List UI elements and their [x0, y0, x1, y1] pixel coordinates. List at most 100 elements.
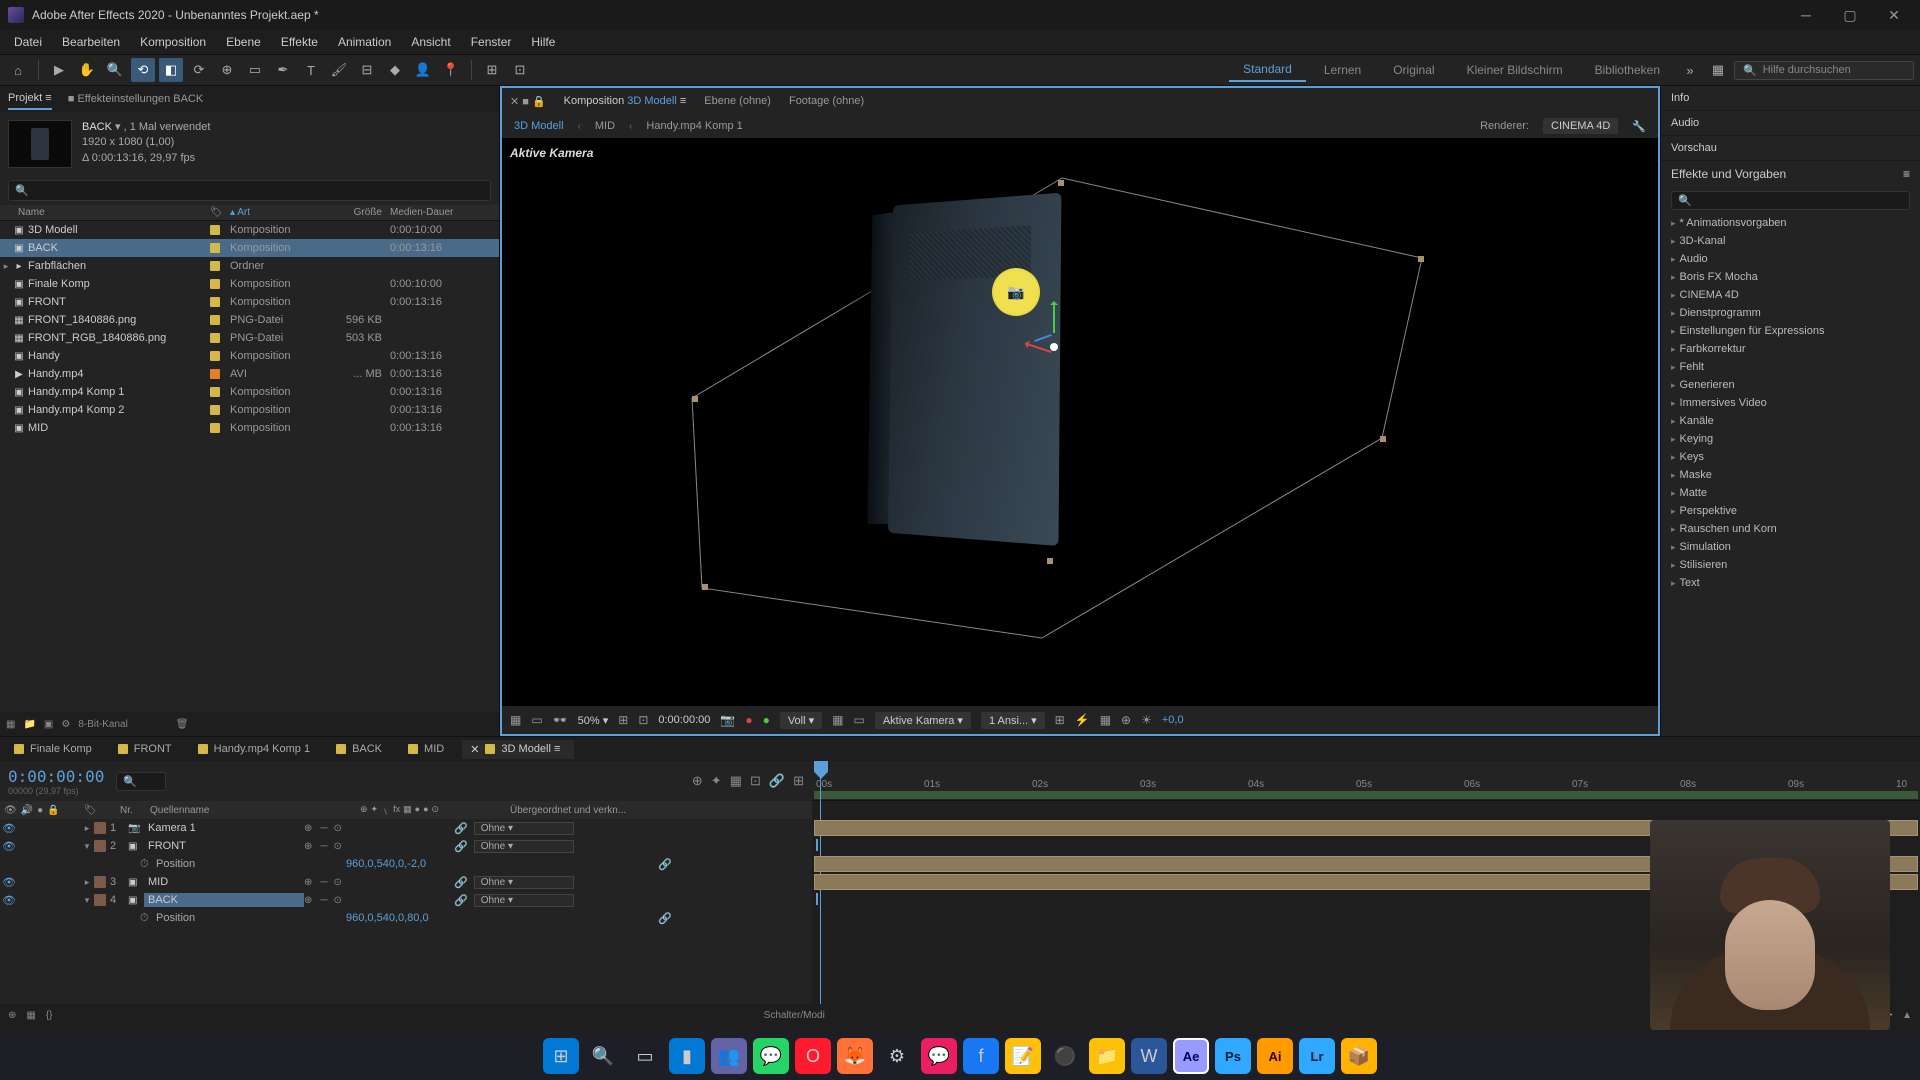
tl-footer-btn-1[interactable]: ⊕ — [8, 1010, 16, 1021]
close-button[interactable]: ✕ — [1876, 3, 1912, 27]
settings-icon[interactable]: ⚙ — [61, 719, 70, 730]
timeline-search[interactable]: 🔍 — [116, 772, 166, 791]
transparency-grid[interactable]: ▦ — [832, 713, 843, 727]
renderer-settings-icon[interactable]: 🔧 — [1632, 120, 1646, 133]
shape-tool[interactable]: ▭ — [243, 58, 267, 82]
tl-footer-btn-2[interactable]: ▦ — [26, 1010, 35, 1021]
effect-category[interactable]: ▸Stilisieren — [1661, 556, 1920, 574]
selection-tool[interactable]: ▶ — [47, 58, 71, 82]
taskbar-notes[interactable]: 📝 — [1005, 1038, 1041, 1074]
zoom-level[interactable]: 50% ▾ — [578, 714, 609, 727]
effect-category[interactable]: ▸Simulation — [1661, 538, 1920, 556]
menu-bearbeiten[interactable]: Bearbeiten — [52, 31, 130, 53]
roi-toggle[interactable]: ⊡ — [638, 713, 648, 727]
workspace-more[interactable]: » — [1678, 58, 1702, 82]
timeline-tab[interactable]: FRONT — [110, 740, 186, 758]
project-item[interactable]: ▶Handy.mp4AVI... MB0:00:13:16 — [0, 365, 499, 383]
rotate-tool[interactable]: ⟳ — [187, 58, 211, 82]
brush-tool[interactable]: 🖌 — [327, 58, 351, 82]
property-row[interactable]: ⏱Position960,0,540,0,80,0🔗 — [0, 909, 812, 927]
workspace-standard[interactable]: Standard — [1229, 58, 1306, 82]
channel-red[interactable]: ● — [745, 713, 752, 727]
project-item[interactable]: ▣MIDKomposition0:00:13:16 — [0, 419, 499, 437]
layer-track[interactable] — [812, 801, 1920, 819]
effect-category[interactable]: ▸* Animationsvorgaben — [1661, 214, 1920, 232]
workspace-lernen[interactable]: Lernen — [1310, 59, 1375, 81]
work-area-bar[interactable] — [814, 791, 1918, 799]
menu-fenster[interactable]: Fenster — [461, 31, 522, 53]
orbit-tool[interactable]: ⟲ — [131, 58, 155, 82]
tl-btn-2[interactable]: ✦ — [711, 773, 722, 789]
tl-btn-5[interactable]: 🔗 — [769, 773, 785, 789]
zoom-in-icon[interactable]: ▲ — [1902, 1010, 1912, 1021]
trash-icon[interactable]: 🗑 — [176, 719, 189, 730]
layer-row[interactable]: 👁▸1📷Kamera 1⊕─⊙🔗Ohne ▾ — [0, 819, 812, 837]
effect-category[interactable]: ▸CINEMA 4D — [1661, 286, 1920, 304]
res-toggle[interactable]: ⊞ — [618, 713, 628, 727]
maximize-button[interactable]: ▢ — [1832, 3, 1868, 27]
effect-category[interactable]: ▸Boris FX Mocha — [1661, 268, 1920, 286]
taskbar-app[interactable]: ▮ — [669, 1038, 705, 1074]
tab-composition[interactable]: Komposition 3D Modell ≡ — [564, 95, 687, 107]
comp-flow-icon[interactable]: ⊕ — [1121, 713, 1131, 727]
mask-toggle[interactable]: ▭ — [531, 713, 542, 727]
timeline-tab[interactable]: ✕ 3D Modell ≡ — [462, 740, 574, 759]
effects-search[interactable]: 🔍 — [1671, 191, 1910, 210]
new-folder-icon[interactable]: 📁 — [23, 719, 35, 730]
breadcrumb-2[interactable]: Handy.mp4 Komp 1 — [646, 120, 742, 132]
project-item[interactable]: ▣Handy.mp4 Komp 1Komposition0:00:13:16 — [0, 383, 499, 401]
panel-info[interactable]: Info — [1661, 86, 1920, 111]
tl-btn-1[interactable]: ⊕ — [692, 773, 703, 789]
zoom-tool[interactable]: 🔍 — [103, 58, 127, 82]
tl-btn-4[interactable]: ⊡ — [750, 773, 761, 789]
roto-tool[interactable]: 👤 — [411, 58, 435, 82]
layer-row[interactable]: 👁▸3▣MID⊕─⊙🔗Ohne ▾ — [0, 873, 812, 891]
effect-category[interactable]: ▸Kanäle — [1661, 412, 1920, 430]
taskbar-explorer[interactable]: 📁 — [1089, 1038, 1125, 1074]
workspace-kleiner[interactable]: Kleiner Bildschirm — [1453, 59, 1577, 81]
hand-tool[interactable]: ✋ — [75, 58, 99, 82]
taskbar-word[interactable]: W — [1131, 1038, 1167, 1074]
minimize-button[interactable]: ─ — [1788, 3, 1824, 27]
taskbar-ai[interactable]: Ai — [1257, 1038, 1293, 1074]
menu-datei[interactable]: Datei — [4, 31, 52, 53]
taskbar-search[interactable]: 🔍 — [585, 1038, 621, 1074]
layer-handle[interactable] — [1058, 180, 1064, 186]
taskbar-start[interactable]: ⊞ — [543, 1038, 579, 1074]
project-item[interactable]: ▣HandyKomposition0:00:13:16 — [0, 347, 499, 365]
timeline-timecode[interactable]: 0:00:00:00 — [8, 767, 104, 786]
bit-depth[interactable]: 8-Bit-Kanal — [78, 719, 127, 730]
text-tool[interactable]: T — [299, 58, 323, 82]
3d-view-icon[interactable]: ▭ — [854, 713, 865, 727]
anchor-tool[interactable]: ⊕ — [215, 58, 239, 82]
panel-audio[interactable]: Audio — [1661, 111, 1920, 136]
project-search[interactable]: 🔍 — [8, 180, 491, 201]
menu-komposition[interactable]: Komposition — [130, 31, 216, 53]
snap-toggle[interactable]: ⊞ — [480, 58, 504, 82]
layer-row[interactable]: 👁▾4▣BACK⊕─⊙🔗Ohne ▾ — [0, 891, 812, 909]
tab-footage[interactable]: Footage (ohne) — [789, 95, 864, 107]
interpret-icon[interactable]: ▦ — [6, 719, 15, 730]
layer-handle[interactable] — [702, 584, 708, 590]
effect-category[interactable]: ▸Keying — [1661, 430, 1920, 448]
effect-category[interactable]: ▸Rauschen und Korn — [1661, 520, 1920, 538]
timeline-icon[interactable]: ▦ — [1100, 713, 1111, 727]
help-search[interactable]: 🔍 Hilfe durchsuchen — [1734, 61, 1914, 80]
taskbar-opera[interactable]: O — [795, 1038, 831, 1074]
taskbar-firefox[interactable]: 🦊 — [837, 1038, 873, 1074]
snapshot-icon[interactable]: 📷 — [720, 713, 735, 727]
alpha-toggle[interactable]: ▦ — [510, 713, 521, 727]
tab-projekt[interactable]: Projekt ≡ — [8, 88, 52, 110]
exposure-value[interactable]: +0,0 — [1162, 714, 1184, 726]
camera-select[interactable]: Aktive Kamera ▾ — [875, 712, 971, 729]
project-item[interactable]: ▦FRONT_RGB_1840886.pngPNG-Datei503 KB — [0, 329, 499, 347]
taskbar-app3[interactable]: 📦 — [1341, 1038, 1377, 1074]
taskbar-ae[interactable]: Ae — [1173, 1038, 1209, 1074]
switches-modes-toggle[interactable]: Schalter/Modi — [764, 1010, 825, 1021]
composition-viewport[interactable]: Aktive Kamera 📷 — [502, 138, 1658, 706]
taskbar-facebook[interactable]: f — [963, 1038, 999, 1074]
playhead[interactable] — [814, 761, 828, 779]
effect-category[interactable]: ▸Audio — [1661, 250, 1920, 268]
camera-icon-marker[interactable]: 📷 — [992, 268, 1040, 316]
project-item[interactable]: ▣Finale KompKomposition0:00:10:00 — [0, 275, 499, 293]
